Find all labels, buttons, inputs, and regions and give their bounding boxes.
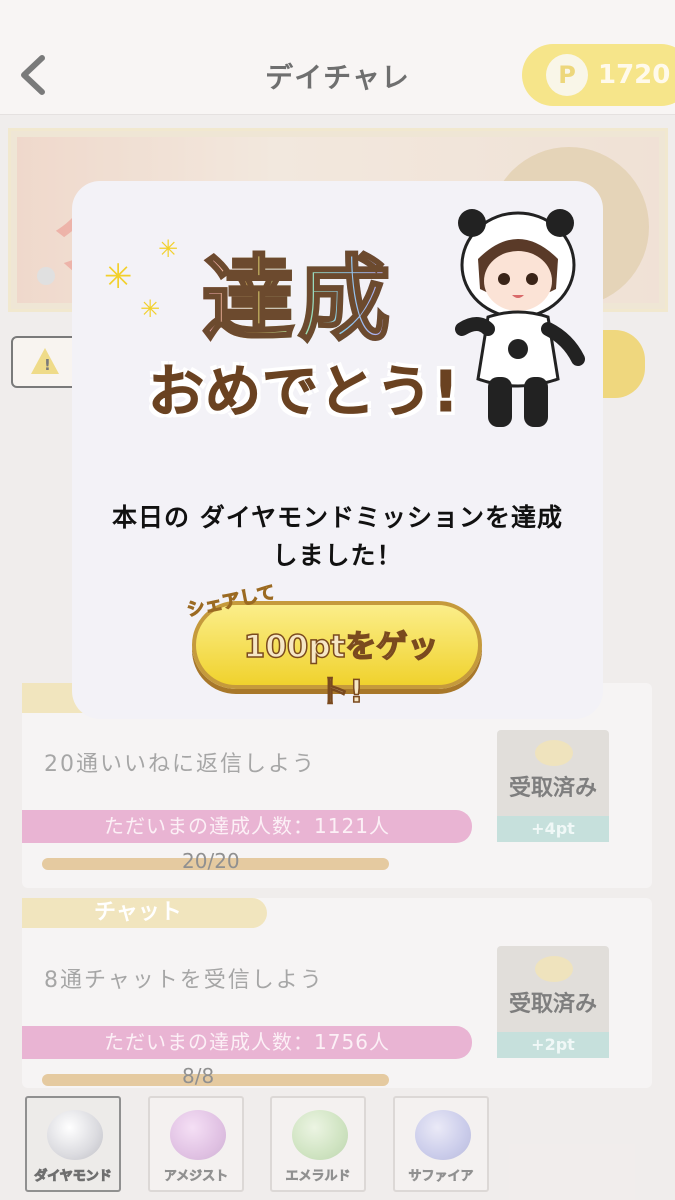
sparkle-icon: ✳ <box>104 257 133 297</box>
achievement-subheadline: おめでとう! <box>148 360 460 426</box>
achievement-banner-art: ✳ ✳ ✳ 達成 おめでとう! <box>102 209 585 449</box>
sparkle-icon: ✳ <box>158 235 179 263</box>
share-caption: シェアして <box>185 581 278 622</box>
achievement-modal: ✳ ✳ ✳ 達成 おめでとう! 本日の ダイヤモンドミッションを達成 しました！… <box>72 181 603 719</box>
panda-girl-illustration <box>455 209 585 427</box>
sparkle-icon: ✳ <box>140 295 161 323</box>
achievement-headline: 達成 <box>200 225 394 358</box>
share-for-points-button[interactable]: シェアして 100ptをゲット! <box>185 581 482 711</box>
achievement-message: 本日の ダイヤモンドミッションを達成 しました！ <box>112 503 563 570</box>
share-button-label: 100ptをゲット! <box>243 628 439 711</box>
